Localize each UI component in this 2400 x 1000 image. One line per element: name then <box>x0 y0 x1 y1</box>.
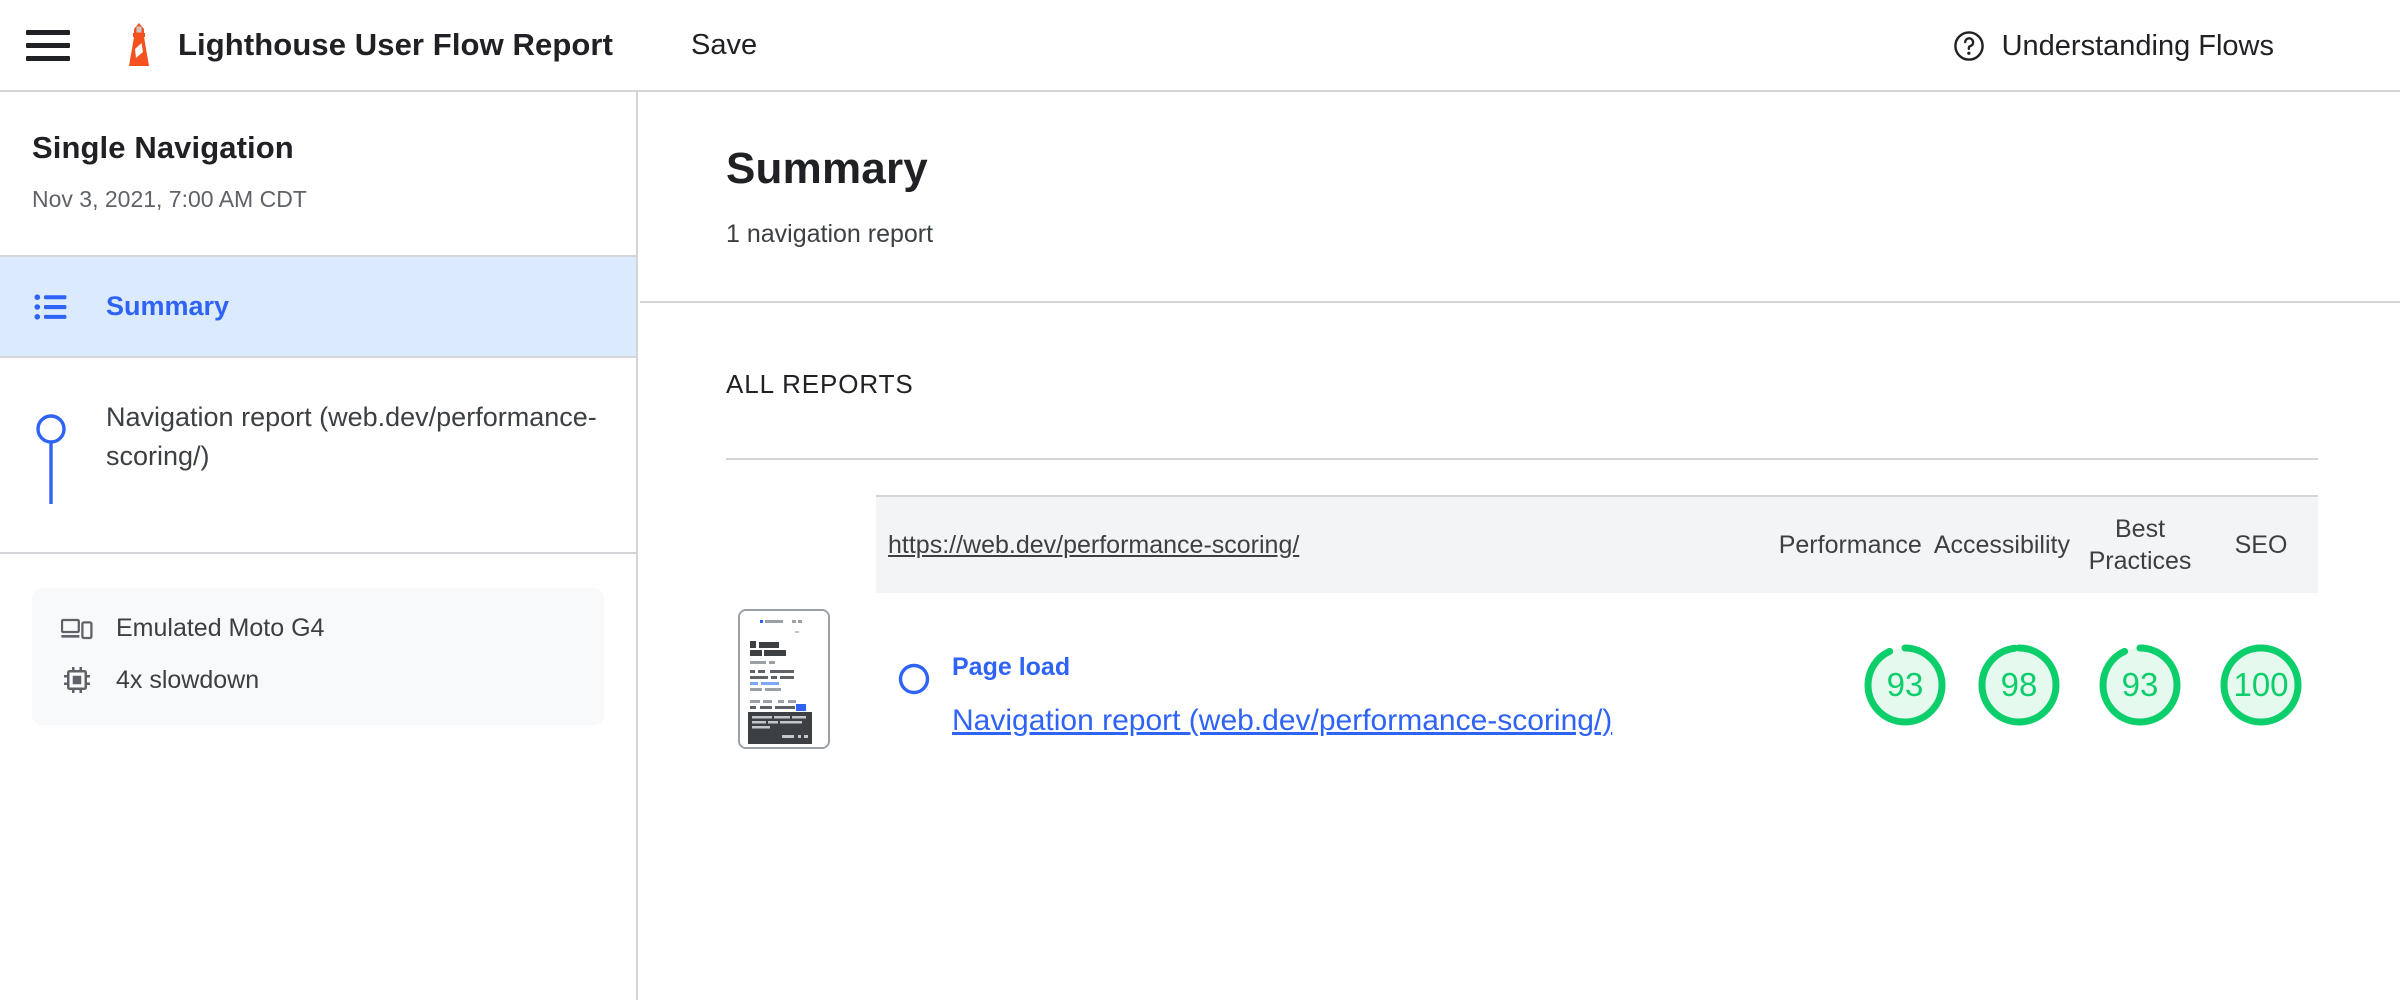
environment-throttling-row: 4x slowdown <box>60 665 576 695</box>
table-header-row: https://web.dev/performance-scoring/ Per… <box>726 495 2318 593</box>
score-gauge-accessibility: 98 <box>1973 639 2065 731</box>
report-name-link[interactable]: Navigation report (web.dev/performance-s… <box>952 704 1848 738</box>
flow-step-circle-icon <box>898 663 930 695</box>
sidebar-item-summary[interactable]: Summary <box>0 257 636 359</box>
environment-device-row: Emulated Moto G4 <box>60 614 576 643</box>
summary-header: Summary 1 navigation report <box>640 92 2400 303</box>
list-bullet-icon <box>32 293 70 321</box>
reports-table: https://web.dev/performance-scoring/ Per… <box>726 458 2318 749</box>
table-header-spacer <box>726 495 876 593</box>
flow-name: Single Navigation <box>32 130 294 165</box>
score-value-performance: 93 <box>1886 666 1924 703</box>
report-links-cell: Page load Navigation report (web.dev/per… <box>952 609 1848 738</box>
page-subtitle: 1 navigation report <box>726 220 934 248</box>
step-name-link[interactable]: Page load <box>952 653 1848 682</box>
all-reports-label: ALL REPORTS <box>726 369 914 399</box>
table-header-band: https://web.dev/performance-scoring/ Per… <box>876 495 2318 593</box>
environment-throttling-label: 4x slowdown <box>116 665 260 694</box>
score-gauge-seo: 100 <box>2215 639 2307 731</box>
table-url-link[interactable]: https://web.dev/performance-scoring/ <box>888 531 1773 560</box>
cpu-chip-icon <box>60 665 94 695</box>
app-title: Lighthouse User Flow Report <box>178 27 613 62</box>
hamburger-menu-icon[interactable] <box>26 22 72 68</box>
page-title: Summary <box>726 144 928 193</box>
score-gauge-best-practices: 93 <box>2094 639 2186 731</box>
understanding-flows-link[interactable]: Understanding Flows <box>1952 0 2274 92</box>
column-header-performance: Performance <box>1778 531 1922 559</box>
lighthouse-logo-icon <box>122 22 156 68</box>
sidebar-item-navigation-report-label: Navigation report (web.dev/performance-s… <box>106 402 597 472</box>
score-gauge-performance: 93 <box>1859 639 1951 731</box>
understanding-flows-label: Understanding Flows <box>2001 29 2274 62</box>
main-content: Summary 1 navigation report ALL REPORTS … <box>640 92 2400 1000</box>
score-cell-accessibility[interactable]: 98 <box>1962 609 2076 731</box>
sidebar-item-navigation-report[interactable]: Navigation report (web.dev/performance-s… <box>0 358 636 555</box>
environment-device-label: Emulated Moto G4 <box>116 614 325 643</box>
devices-icon <box>60 617 94 641</box>
score-cell-performance[interactable]: 93 <box>1848 609 1962 731</box>
environment-card: Emulated Moto G4 4x slowdown <box>32 588 604 726</box>
flow-step-dot-cell <box>876 609 952 697</box>
table-row: Page load Navigation report (web.dev/per… <box>726 609 2318 749</box>
report-thumbnail-cell <box>726 609 876 749</box>
score-value-accessibility: 98 <box>2000 666 2038 703</box>
score-value-seo: 100 <box>2233 666 2289 703</box>
column-header-best-practices: Best Practices <box>2088 515 2192 575</box>
sidebar-item-summary-label: Summary <box>106 291 230 321</box>
score-cell-best-practices[interactable]: 93 <box>2076 609 2204 731</box>
column-header-accessibility: Accessibility <box>1933 531 2070 559</box>
page-screenshot-thumbnail[interactable] <box>738 609 830 749</box>
save-button[interactable]: Save <box>691 29 757 62</box>
app-header: Lighthouse User Flow Report Save Underst… <box>0 0 2400 92</box>
flow-timestamp: Nov 3, 2021, 7:00 AM CDT <box>32 186 307 212</box>
score-value-best-practices: 93 <box>2121 666 2159 703</box>
help-circle-icon <box>1953 31 1984 61</box>
column-header-seo: SEO <box>2234 531 2288 559</box>
score-cell-seo[interactable]: 100 <box>2204 609 2318 731</box>
all-reports-section: ALL REPORTS https://web.dev/performance-… <box>640 303 2400 749</box>
sidebar: Single Navigation Nov 3, 2021, 7:00 AM C… <box>0 92 638 1000</box>
flow-step-marker-icon <box>32 398 70 508</box>
flow-header: Single Navigation Nov 3, 2021, 7:00 AM C… <box>0 92 636 257</box>
